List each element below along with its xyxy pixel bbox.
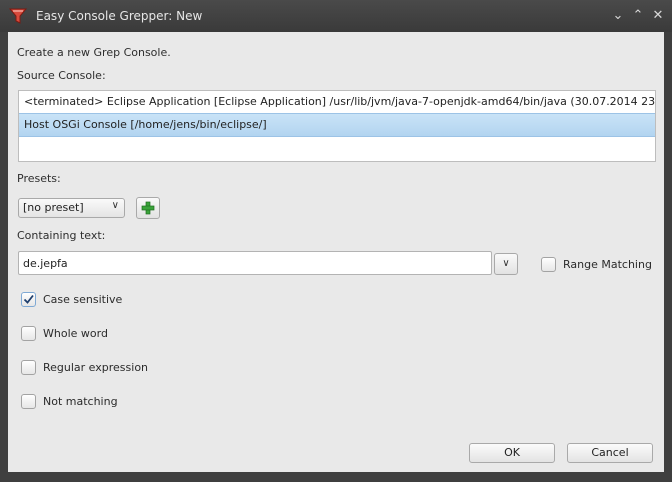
- plus-icon: [141, 201, 155, 215]
- minimize-icon[interactable]: ⌄: [610, 8, 626, 24]
- range-matching-label: Range Matching: [563, 258, 652, 271]
- containing-text-input[interactable]: [18, 251, 492, 275]
- regular-expression-label: Regular expression: [43, 361, 149, 374]
- window-title: Easy Console Grepper: New: [36, 9, 203, 23]
- source-console-list[interactable]: <terminated> Eclipse Application [Eclips…: [18, 90, 656, 162]
- dialog-description: Create a new Grep Console.: [17, 46, 171, 59]
- window-titlebar: Easy Console Grepper: New ⌄ ⌃ ✕: [0, 0, 672, 32]
- range-matching-checkbox[interactable]: [541, 257, 556, 272]
- regular-expression-checkbox[interactable]: [21, 360, 36, 375]
- containing-text-label: Containing text:: [17, 229, 106, 242]
- chevron-down-icon: ∨: [502, 258, 510, 269]
- containing-text-history-button[interactable]: ∨: [494, 253, 518, 275]
- funnel-icon: [8, 8, 28, 24]
- case-sensitive-label: Case sensitive: [43, 293, 123, 306]
- not-matching-checkbox[interactable]: [21, 394, 36, 409]
- cancel-button[interactable]: Cancel: [567, 443, 653, 463]
- whole-word-checkbox[interactable]: [21, 326, 36, 341]
- list-item[interactable]: <terminated> Eclipse Application [Eclips…: [19, 91, 655, 113]
- not-matching-label: Not matching: [43, 395, 118, 408]
- whole-word-label: Whole word: [43, 327, 108, 340]
- maximize-icon[interactable]: ⌃: [630, 8, 646, 24]
- window-bottom-border: [0, 472, 672, 482]
- add-preset-button[interactable]: [136, 197, 160, 219]
- list-item[interactable]: Host OSGi Console [/home/jens/bin/eclips…: [19, 113, 655, 137]
- source-console-label: Source Console:: [17, 69, 106, 82]
- preset-select-value: [no preset]: [23, 201, 84, 214]
- ok-button[interactable]: OK: [469, 443, 555, 463]
- close-icon[interactable]: ✕: [650, 8, 666, 24]
- case-sensitive-checkbox[interactable]: [21, 292, 36, 307]
- presets-label: Presets:: [17, 172, 61, 185]
- dialog-body: Create a new Grep Console. Source Consol…: [8, 32, 664, 472]
- chevron-down-icon: ∨: [111, 200, 119, 211]
- checkmark-icon: [23, 294, 34, 304]
- preset-select[interactable]: [no preset] ∨: [18, 198, 125, 218]
